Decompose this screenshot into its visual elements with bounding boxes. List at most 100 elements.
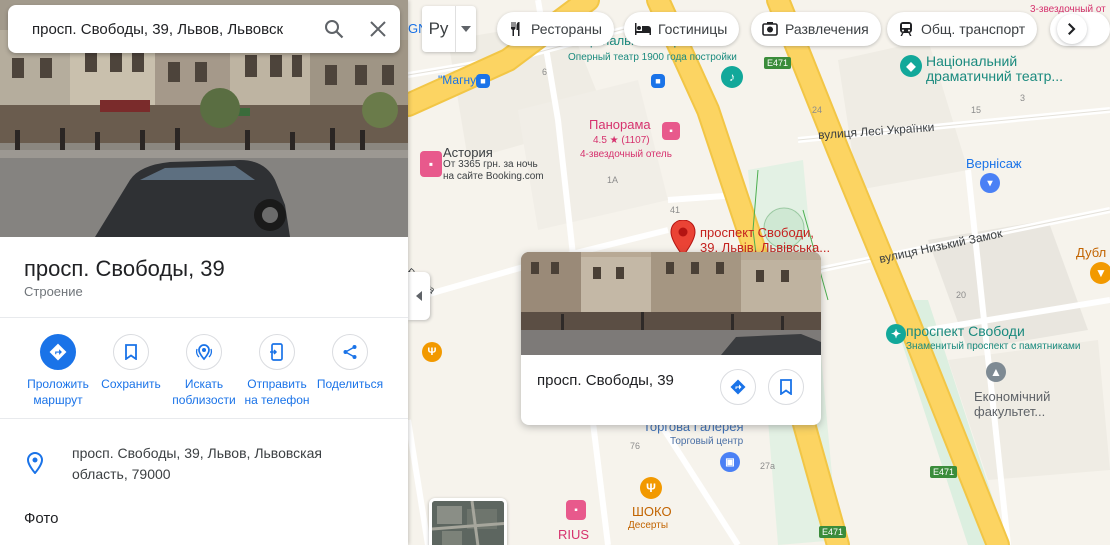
- map-label-panorama[interactable]: Панорама: [589, 118, 651, 131]
- save-action[interactable]: Сохранить: [96, 334, 166, 392]
- road-shield-e471-a: E471: [764, 57, 792, 69]
- send-to-phone-icon[interactable]: [259, 334, 295, 370]
- action-label: Искать поблизости: [172, 377, 236, 407]
- chip-entertainment[interactable]: Развлечения: [751, 12, 881, 46]
- map-label-svobody[interactable]: проспект Свободи: [906, 323, 1025, 339]
- close-icon: [370, 21, 386, 37]
- location-pin-icon[interactable]: [670, 220, 696, 256]
- divider: [0, 317, 408, 318]
- building-number: 27а: [760, 461, 776, 471]
- map-label-galereya-sub: Торговый центр: [670, 436, 744, 447]
- map-label-panorama-rating: 4.5 ★ (1107): [593, 135, 650, 146]
- map-label-shoko[interactable]: ШОКО: [632, 505, 672, 518]
- place-details-panel: просп. Свободы, 39, Львов, Львовск просп…: [0, 0, 408, 545]
- place-category[interactable]: Строение: [24, 284, 83, 299]
- action-label: Проложить маршрут: [27, 377, 89, 407]
- place-preview-card[interactable]: просп. Свободы, 39: [521, 252, 821, 425]
- card-title[interactable]: просп. Свободы, 39: [537, 372, 674, 389]
- building-number: 20: [956, 290, 967, 300]
- dessert-poi-icon[interactable]: Ψ: [640, 477, 662, 499]
- language-label: Ру: [422, 6, 456, 52]
- share-icon[interactable]: [332, 334, 368, 370]
- place-title: просп. Свободы, 39: [24, 256, 225, 281]
- photos-heading: Фото: [24, 510, 59, 527]
- chip-label: Гостиницы: [658, 21, 728, 37]
- transit-icon: [897, 20, 915, 38]
- card-street-photo[interactable]: [521, 252, 821, 355]
- road-shield-e471-c: E471: [819, 526, 847, 538]
- building-number: 76: [630, 441, 641, 451]
- action-label: Сохранить: [101, 377, 161, 391]
- search-input[interactable]: просп. Свободы, 39, Львов, Львовск: [8, 21, 312, 38]
- bus-stop-icon-2[interactable]: ■: [651, 74, 665, 88]
- nearby-icon[interactable]: [186, 334, 222, 370]
- collapse-panel-button[interactable]: [408, 272, 430, 320]
- theatre-poi-icon[interactable]: ◆: [900, 55, 922, 77]
- divider: [0, 418, 408, 419]
- map-label-theatre-1[interactable]: Національний: [926, 53, 1017, 69]
- directions-icon: [730, 379, 746, 395]
- landmark-poi-icon[interactable]: ✦: [886, 324, 906, 344]
- cafe-poi-icon[interactable]: ▼: [1090, 262, 1110, 284]
- hotel-poi-icon[interactable]: ▪: [662, 122, 680, 140]
- send-to-phone-action[interactable]: Отправить на телефон: [242, 334, 312, 408]
- building-number: 1А: [607, 175, 619, 185]
- music-poi-icon[interactable]: ♪: [721, 66, 743, 88]
- satellite-layer-toggle[interactable]: [429, 498, 507, 545]
- action-label: Поделиться: [316, 377, 384, 391]
- directions-action[interactable]: Проложить маршрут: [23, 334, 93, 408]
- map-label-svobody-sub: Знаменитый проспект с памятниками: [906, 341, 1081, 352]
- map-label-opera-sub: Оперный театр 1900 года постройки: [568, 52, 737, 63]
- map-label-panorama-type: 4-звездочный отель: [580, 149, 672, 160]
- map-label-vernisazh[interactable]: Вернісаж: [966, 157, 1022, 170]
- place-address[interactable]: просп. Свободы, 39, Львов, Львовская обл…: [72, 443, 362, 485]
- hotel-price-icon[interactable]: ▪: [420, 151, 442, 177]
- map-label-rius[interactable]: RIUS: [558, 528, 589, 541]
- caret-down-icon[interactable]: [456, 26, 476, 32]
- chip-label: Развлечения: [785, 21, 869, 37]
- bookmark-icon[interactable]: [113, 334, 149, 370]
- chip-label: Рестораны: [531, 21, 602, 37]
- map-canvas[interactable]: GN Національна Опера Оперный театр 1900 …: [408, 0, 1110, 545]
- restaurant-poi-icon[interactable]: Ψ: [422, 342, 442, 362]
- map-label-dubl[interactable]: Дубл: [1076, 246, 1106, 259]
- nearby-action[interactable]: Искать поблизости: [169, 334, 239, 408]
- clear-search-button[interactable]: [356, 5, 400, 53]
- hotel-icon: [634, 20, 652, 38]
- chip-restaurants[interactable]: Рестораны: [497, 12, 614, 46]
- university-poi-icon[interactable]: ▲: [986, 362, 1006, 382]
- chip-label: Общ. транспорт: [921, 21, 1026, 37]
- road-shield-e471-b: E471: [930, 466, 958, 478]
- search-box[interactable]: просп. Свободы, 39, Львов, Львовск: [8, 5, 400, 53]
- search-icon: [325, 20, 344, 39]
- map-label-theatre-2: драматичний театр...: [926, 68, 1064, 84]
- building-number: 3: [1020, 93, 1026, 103]
- building-number: 41: [670, 205, 681, 215]
- map-language-button[interactable]: Ру: [422, 6, 476, 52]
- card-save-button[interactable]: [768, 369, 804, 405]
- chip-transit[interactable]: Общ. транспорт: [887, 12, 1038, 46]
- location-pin-icon: [26, 452, 44, 474]
- building-number: 24: [812, 105, 823, 115]
- search-button[interactable]: [312, 5, 356, 53]
- shopping-poi-icon[interactable]: ▾: [980, 173, 1000, 193]
- bookmark-icon: [780, 379, 792, 395]
- entertainment-icon: [761, 20, 779, 38]
- map-label-astoria-site: на сайте Booking.com: [443, 171, 544, 182]
- building-number: 15: [971, 105, 982, 115]
- pin-label-line-1: проспект Свободи,: [700, 225, 814, 240]
- share-action[interactable]: Поделиться: [315, 334, 385, 392]
- bus-stop-icon[interactable]: ■: [476, 74, 490, 88]
- chips-next-button[interactable]: [1057, 14, 1087, 44]
- chevron-right-icon: [1068, 23, 1076, 35]
- building-number: 6: [542, 67, 548, 77]
- directions-icon[interactable]: [40, 334, 76, 370]
- chip-hotels[interactable]: Гостиницы: [624, 12, 740, 46]
- mall-poi-icon[interactable]: ▣: [720, 452, 740, 472]
- restaurant-icon: [507, 20, 525, 38]
- hotel-rius-icon[interactable]: ▪: [566, 500, 586, 520]
- action-label: Отправить на телефон: [244, 377, 310, 407]
- maps-app: GN Національна Опера Оперный театр 1900 …: [0, 0, 1110, 545]
- card-directions-button[interactable]: [720, 369, 756, 405]
- map-label-econ-1[interactable]: Економічний: [974, 389, 1050, 404]
